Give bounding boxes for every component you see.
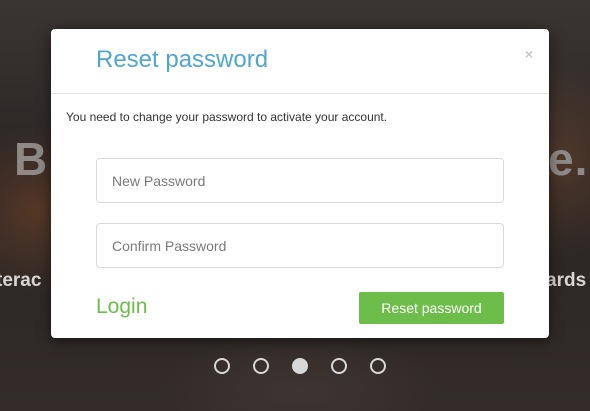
carousel-dot-1[interactable] [214,358,230,374]
new-password-input[interactable] [96,158,504,203]
modal-title: Reset password [96,46,269,73]
background-subline-right: ards [546,270,587,291]
background-subline-left: terac [0,270,42,291]
carousel-dots [214,358,386,374]
modal-message: You need to change your password to acti… [66,110,388,124]
reset-password-button[interactable]: Reset password [359,292,504,324]
background-headline-right: e. [548,133,589,185]
close-icon[interactable]: × [525,46,533,62]
background-headline-left: B [14,133,49,185]
carousel-dot-4[interactable] [331,358,347,374]
login-link[interactable]: Login [96,295,147,319]
carousel-dot-2[interactable] [253,358,269,374]
modal-header: Reset password × [51,29,549,94]
confirm-password-input[interactable] [96,223,504,268]
carousel-dot-3[interactable] [292,358,308,374]
carousel-dot-5[interactable] [370,358,386,374]
reset-password-modal: Reset password × You need to change your… [51,29,549,338]
